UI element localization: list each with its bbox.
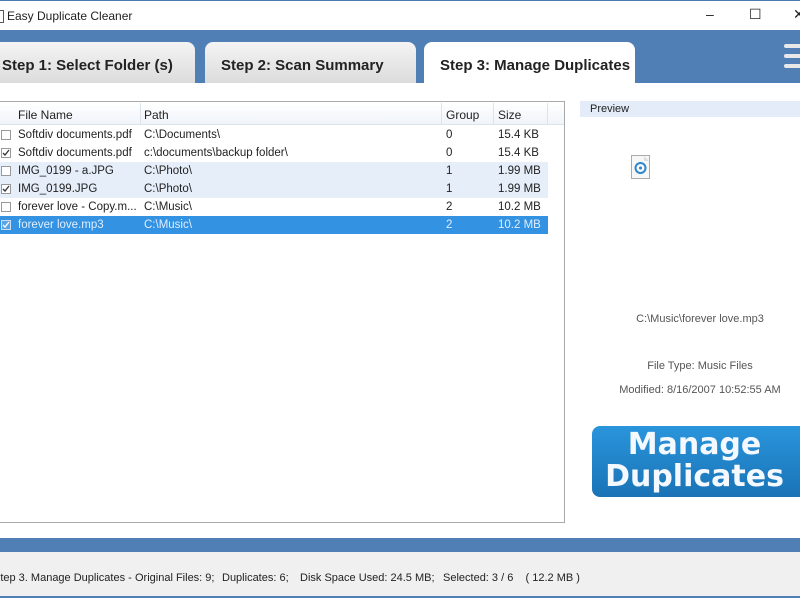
status-original: Original Files: 9; [135,572,215,584]
col-path[interactable]: Path [144,108,169,122]
status-selected: Selected: 3 / 6 ( 12.2 MB ) [443,572,580,584]
app-icon [0,10,4,23]
table-row[interactable]: forever love - Copy.m... C:\Music\ 2 10.2 M… [0,198,548,216]
row-checkbox[interactable] [1,202,11,212]
close-button[interactable]: ✕ [793,6,800,23]
col-size[interactable]: Size [498,108,521,122]
cell-path: C:\Music\ [144,201,192,213]
cell-size: 15.4 KB [498,129,539,141]
manage-duplicates-button[interactable]: Manage Duplicates [592,426,800,497]
status-disk-space: Disk Space Used: 24.5 MB; [300,572,435,584]
cell-path: c:\documents\backup folder\ [144,147,288,159]
cell-size: 1.99 MB [498,183,541,195]
cell-file-name: IMG_0199.JPG [18,183,98,195]
cell-size: 10.2 MB [498,219,541,231]
tab-manage-duplicates[interactable]: Step 3: Manage Duplicates [424,42,635,83]
cell-group: 2 [446,201,453,213]
status-duplicates: Duplicates: 6; [222,572,289,584]
cell-size: 1.99 MB [498,165,541,177]
table-row[interactable]: IMG_0199.JPG C:\Photo\ 1 1.99 MB [0,180,548,198]
maximize-button[interactable]: ☐ [749,6,762,23]
cell-file-name: Softdiv documents.pdf [18,129,132,141]
col-file-name[interactable]: File Name [18,108,73,122]
music-file-icon [631,155,650,179]
row-checkbox[interactable] [1,148,11,158]
duplicates-table: File Name Path Group Size Softdiv docume… [0,101,565,523]
table-row[interactable]: Softdiv documents.pdf c:\documents\backup… [0,144,548,162]
divider-band [0,538,800,552]
minimize-button[interactable]: – [706,6,714,22]
cell-group: 0 [446,147,453,159]
cell-group: 0 [446,129,453,141]
cell-file-name: forever love.mp3 [18,219,104,231]
cell-group: 1 [446,165,453,177]
table-row[interactable]: Softdiv documents.pdf C:\Documents\ 0 15.4 … [0,126,548,144]
status-bar: Step 3. Manage Duplicates - Original Fil… [0,552,800,598]
preview-modified: Modified: 8/16/2007 10:52:55 AM [619,384,781,396]
table-row[interactable]: forever love.mp3 C:\Music\ 2 10.2 MB [0,216,548,234]
cell-path: C:\Music\ [144,219,192,231]
cell-size: 15.4 KB [498,147,539,159]
preview-path: C:\Music\forever love.mp3 [636,313,764,325]
tab-scan-summary[interactable]: Step 2: Scan Summary [205,42,416,83]
button-label-line2: Duplicates [605,459,784,494]
tab-label: Step 1: Select Folder (s) [2,57,173,74]
cell-group: 1 [446,183,453,195]
row-checkbox[interactable] [1,220,11,230]
cell-file-name: Softdiv documents.pdf [18,147,132,159]
tab-label: Step 2: Scan Summary [221,57,384,74]
cell-size: 10.2 MB [498,201,541,213]
status-step: Step 3. Manage Duplicates - [0,572,132,584]
col-group[interactable]: Group [446,108,479,122]
row-checkbox[interactable] [1,166,11,176]
table-header: File Name Path Group Size [0,103,564,125]
cell-path: C:\Photo\ [144,183,192,195]
cell-path: C:\Documents\ [144,129,221,141]
cell-file-name: forever love - Copy.m... [18,201,137,213]
tab-select-folder[interactable]: Step 1: Select Folder (s) [0,42,195,83]
preview-header: Preview [580,101,800,117]
tab-label: Step 3: Manage Duplicates [440,57,631,74]
window-title: Easy Duplicate Cleaner [7,9,133,23]
preview-file-type: File Type: Music Files [647,360,753,372]
table-row[interactable]: IMG_0199 - a.JPG C:\Photo\ 1 1.99 MB [0,162,548,180]
menu-icon[interactable] [784,44,800,74]
title-bar: Easy Duplicate Cleaner – ☐ ✕ [0,0,800,30]
cell-group: 2 [446,219,453,231]
cell-path: C:\Photo\ [144,165,192,177]
cell-file-name: IMG_0199 - a.JPG [18,165,114,177]
button-label-line1: Manage [627,427,762,462]
row-checkbox[interactable] [1,184,11,194]
row-checkbox[interactable] [1,130,11,140]
